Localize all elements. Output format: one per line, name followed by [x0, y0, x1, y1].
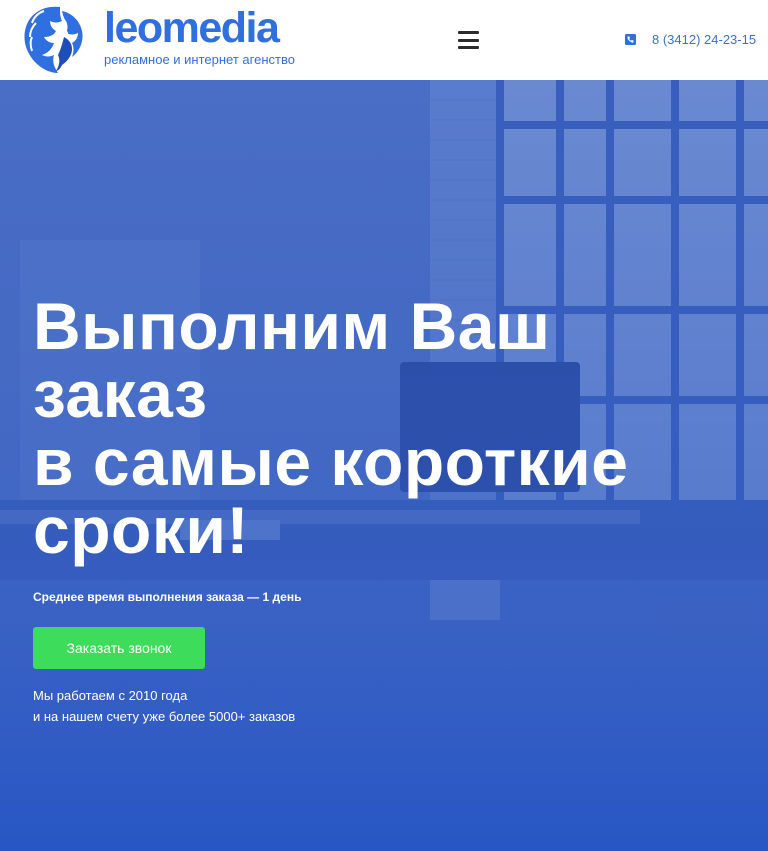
hero-title-line: в самые короткие: [33, 425, 629, 499]
phone-link[interactable]: 8 (3412) 24-23-15: [625, 32, 756, 47]
about-text: Мы работаем с 2010 года и на нашем счету…: [33, 685, 295, 727]
logo-link[interactable]: leomedia рекламное и интернет агенство: [20, 3, 295, 75]
logo-name: leomedia: [104, 4, 280, 52]
menu-bar: [458, 31, 479, 34]
menu-bar: [458, 46, 479, 49]
request-call-button[interactable]: Заказать звонок: [33, 627, 205, 669]
hero-title-line: заказ: [33, 357, 208, 431]
hero-title: Выполним Ваш заказ в самые короткие срок…: [33, 292, 733, 564]
hero-title-line: сроки!: [33, 493, 249, 567]
about-line: и на нашем счету уже более 5000+ заказов: [33, 709, 296, 724]
hero-title-line: Выполним Ваш: [33, 289, 551, 363]
phone-number: 8 (3412) 24-23-15: [652, 32, 757, 47]
menu-bar: [458, 38, 479, 42]
logo-text: leomedia рекламное и интернет агенство: [104, 5, 295, 68]
logo-tagline: рекламное и интернет агенство: [104, 52, 295, 67]
phone-icon: [625, 34, 636, 45]
site-header: leomedia рекламное и интернет агенство 8…: [0, 0, 768, 80]
hero-subtitle: Среднее время выполнения заказа — 1 день: [33, 590, 302, 604]
hero-section: Выполним Ваш заказ в самые короткие срок…: [0, 80, 768, 851]
hamburger-menu-icon[interactable]: [458, 30, 479, 50]
lion-head-icon: [24, 6, 83, 73]
about-line: Мы работаем с 2010 года: [33, 688, 188, 703]
